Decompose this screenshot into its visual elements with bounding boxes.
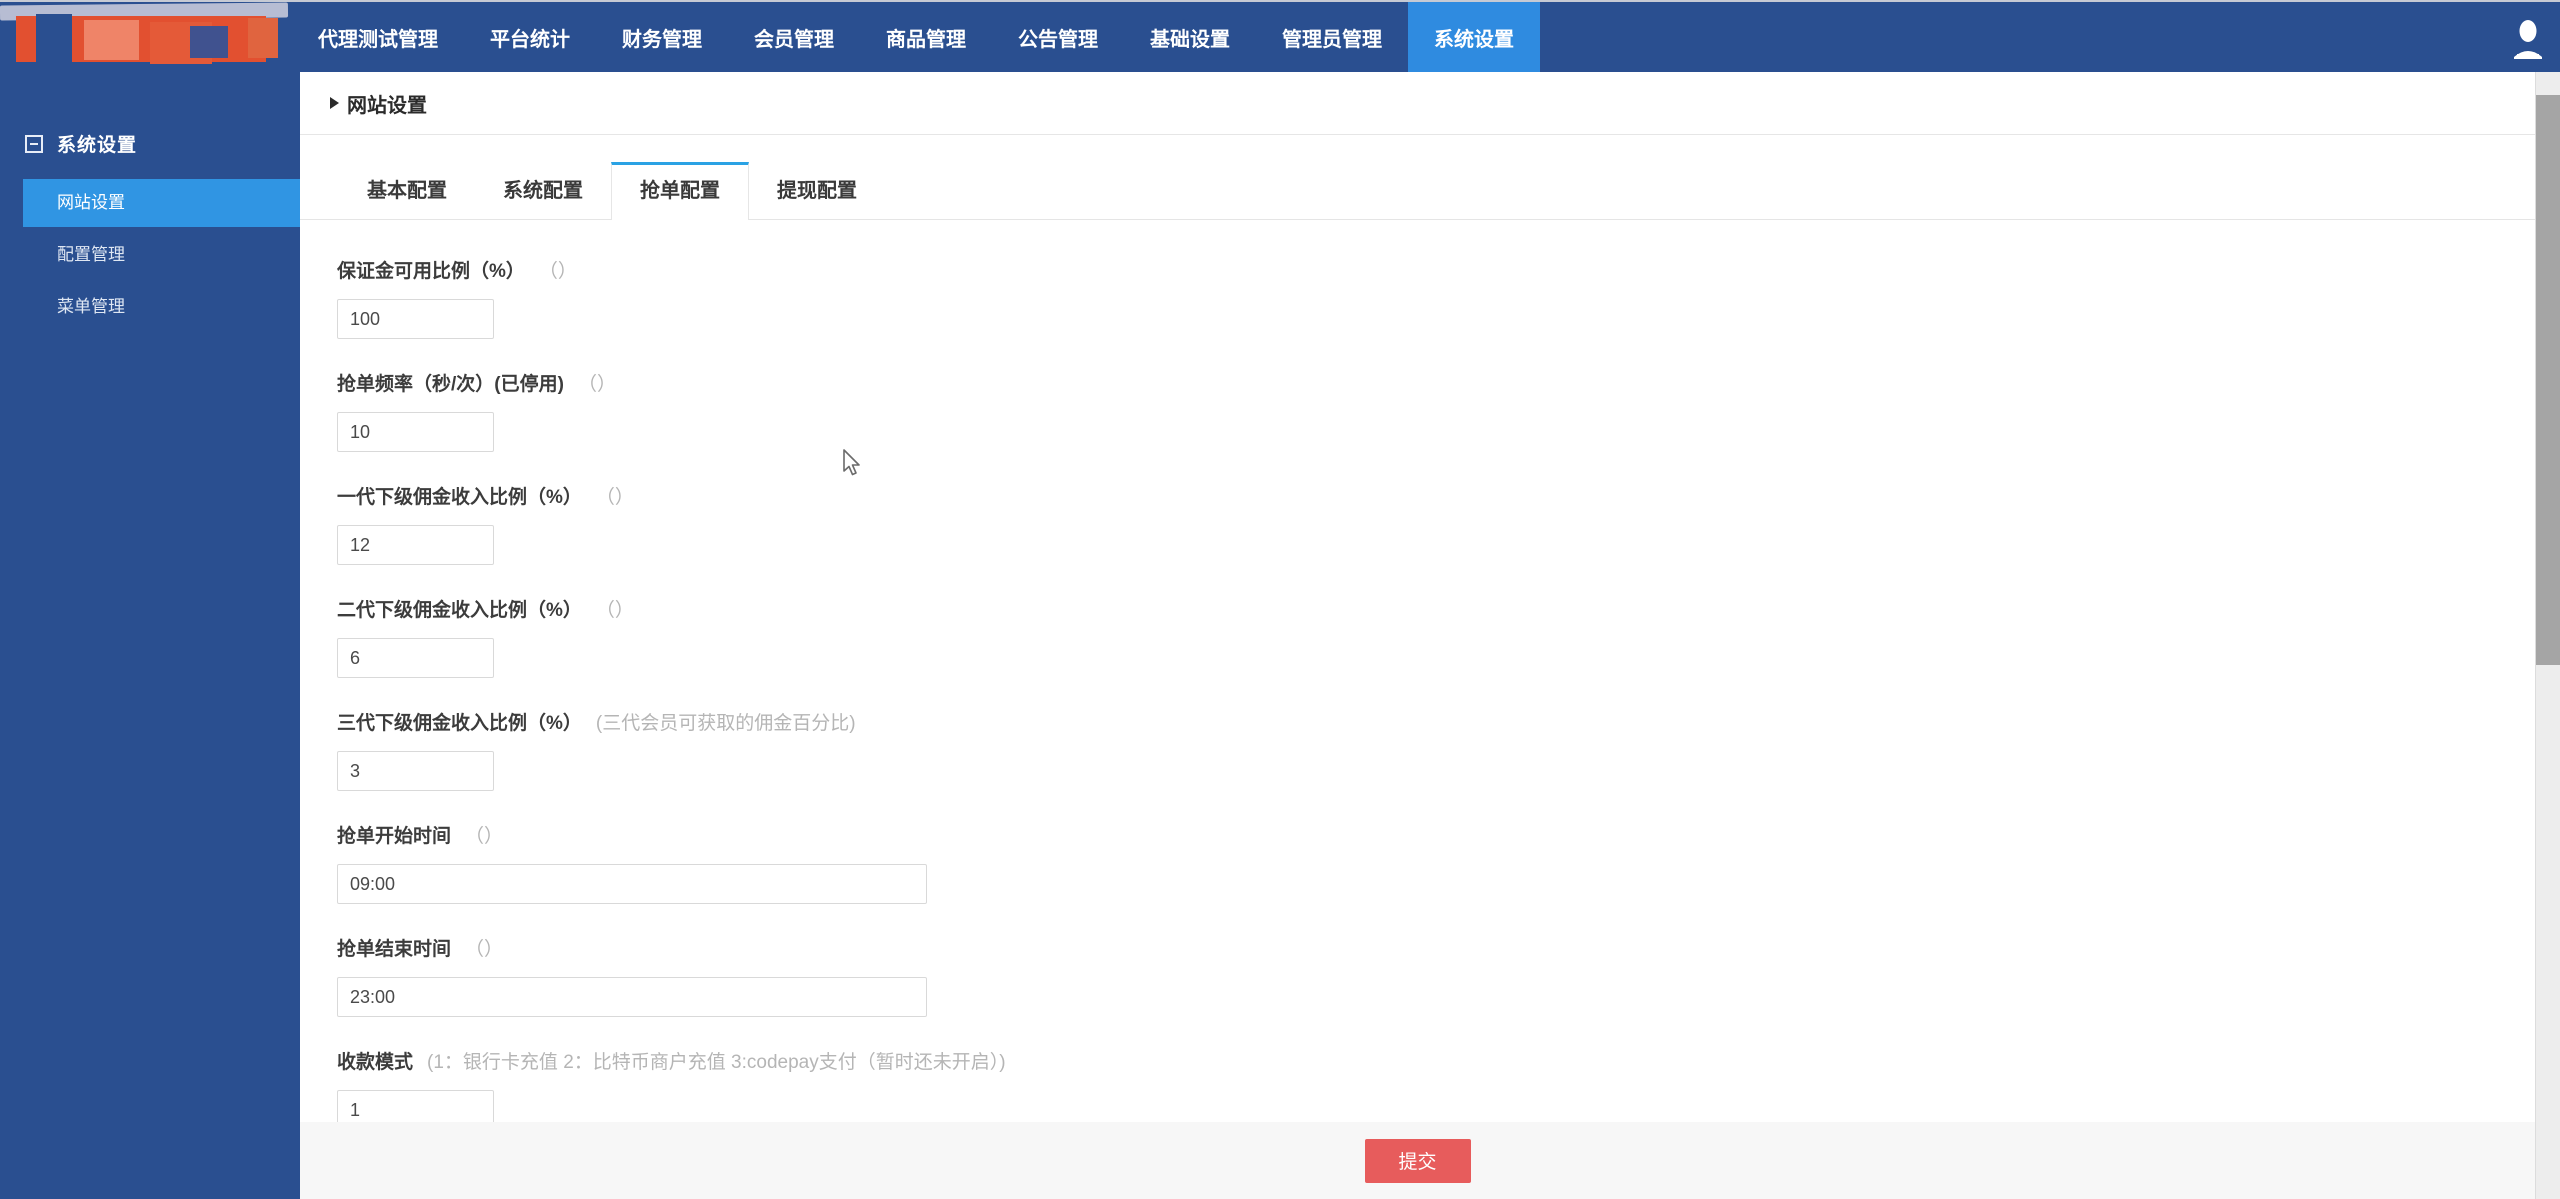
field-label: 抢单频率（秒/次）(已停用): [337, 369, 564, 396]
field-label: 保证金可用比例（%）: [337, 256, 525, 283]
field-hint: (三代会员可获取的佣金百分比): [596, 708, 856, 735]
nav-item-members[interactable]: 会员管理: [728, 2, 860, 72]
breadcrumb: 网站设置: [300, 72, 2535, 135]
tab-basic-config[interactable]: 基本配置: [339, 163, 475, 219]
field-label: 一代下级佣金收入比例（%）: [337, 482, 582, 509]
sidebar-item-website-settings[interactable]: 网站设置: [23, 179, 300, 227]
field-hint: （）: [578, 369, 616, 396]
field-gen3-commission: 三代下级佣金收入比例（%） (三代会员可获取的佣金百分比): [337, 708, 2535, 791]
grab-frequency-input[interactable]: [337, 412, 494, 452]
gen2-commission-input[interactable]: [337, 638, 494, 678]
sidebar-group-system-settings[interactable]: 系统设置: [25, 130, 300, 157]
sidebar-item-config-management[interactable]: 配置管理: [23, 231, 300, 279]
gen1-commission-input[interactable]: [337, 525, 494, 565]
field-hint: (1：银行卡充值 2：比特币商户充值 3:codepay支付（暂时还未开启）): [427, 1047, 1006, 1074]
submit-button[interactable]: 提交: [1365, 1139, 1471, 1183]
field-payment-mode: 收款模式 (1：银行卡充值 2：比特币商户充值 3:codepay支付（暂时还未…: [337, 1047, 2535, 1130]
nav-item-admins[interactable]: 管理员管理: [1256, 2, 1408, 72]
field-label: 抢单开始时间: [337, 821, 451, 848]
vertical-scrollbar[interactable]: [2535, 72, 2560, 1199]
nav-item-system-settings[interactable]: 系统设置: [1408, 2, 1540, 72]
breadcrumb-arrow-icon: [330, 97, 339, 109]
collapse-minus-icon[interactable]: [25, 135, 43, 153]
deposit-usable-ratio-input[interactable]: [337, 299, 494, 339]
user-icon[interactable]: [2510, 19, 2546, 59]
tab-system-config[interactable]: 系统配置: [475, 163, 611, 219]
grab-order-config-form: 保证金可用比例（%） （） 抢单频率（秒/次）(已停用) （） 一代下级佣金收入…: [300, 220, 2535, 1130]
tab-withdraw-config[interactable]: 提现配置: [749, 163, 885, 219]
field-hint: （）: [465, 821, 503, 848]
nav-item-platform-stats[interactable]: 平台统计: [464, 2, 596, 72]
nav-item-agent-test[interactable]: 代理测试管理: [292, 2, 464, 72]
logo-redaction-blob: [248, 18, 278, 58]
field-label: 三代下级佣金收入比例（%）: [337, 708, 582, 735]
sidebar-item-menu-management[interactable]: 菜单管理: [23, 283, 300, 331]
main-content: 网站设置 基本配置 系统配置 抢单配置 提现配置 保证金可用比例（%） （） 抢…: [300, 72, 2535, 1122]
field-hint: （）: [596, 595, 634, 622]
sidebar-menu: 网站设置 配置管理 菜单管理: [0, 179, 300, 331]
logo-redaction-blob: [36, 14, 72, 66]
field-grab-end-time: 抢单结束时间 （）: [337, 934, 2535, 1017]
page-title: 网站设置: [347, 89, 427, 118]
grab-end-time-input[interactable]: [337, 977, 927, 1017]
logo-redaction-blob: [190, 26, 228, 58]
field-grab-start-time: 抢单开始时间 （）: [337, 821, 2535, 904]
field-grab-frequency: 抢单频率（秒/次）(已停用) （）: [337, 369, 2535, 452]
tab-bar: 基本配置 系统配置 抢单配置 提现配置: [300, 163, 2535, 220]
nav-menu: 代理测试管理 平台统计 财务管理 会员管理 商品管理 公告管理 基础设置 管理员…: [292, 2, 1540, 72]
tab-grab-order-config[interactable]: 抢单配置: [611, 162, 749, 220]
nav-item-announcements[interactable]: 公告管理: [992, 2, 1124, 72]
top-navbar: 代理测试管理 平台统计 财务管理 会员管理 商品管理 公告管理 基础设置 管理员…: [0, 0, 2560, 72]
sidebar: 系统设置 网站设置 配置管理 菜单管理: [0, 72, 300, 1199]
nav-item-products[interactable]: 商品管理: [860, 2, 992, 72]
sidebar-group-label: 系统设置: [57, 130, 137, 157]
app-logo: [0, 2, 300, 74]
gen3-commission-input[interactable]: [337, 751, 494, 791]
field-gen1-commission: 一代下级佣金收入比例（%） （）: [337, 482, 2535, 565]
field-deposit-usable-ratio: 保证金可用比例（%） （）: [337, 256, 2535, 339]
nav-item-basic-settings[interactable]: 基础设置: [1124, 2, 1256, 72]
field-label: 二代下级佣金收入比例（%）: [337, 595, 582, 622]
nav-item-finance[interactable]: 财务管理: [596, 2, 728, 72]
field-label: 收款模式: [337, 1047, 413, 1074]
scrollbar-thumb[interactable]: [2536, 95, 2560, 665]
page: 代理测试管理 平台统计 财务管理 会员管理 商品管理 公告管理 基础设置 管理员…: [0, 0, 2560, 1199]
logo-redaction-blob: [84, 20, 139, 60]
form-footer: 提交: [300, 1122, 2535, 1199]
mouse-cursor-icon: [838, 448, 864, 478]
field-gen2-commission: 二代下级佣金收入比例（%） （）: [337, 595, 2535, 678]
field-hint: （）: [596, 482, 634, 509]
field-hint: （）: [465, 934, 503, 961]
grab-start-time-input[interactable]: [337, 864, 927, 904]
field-label: 抢单结束时间: [337, 934, 451, 961]
field-hint: （）: [539, 256, 577, 283]
